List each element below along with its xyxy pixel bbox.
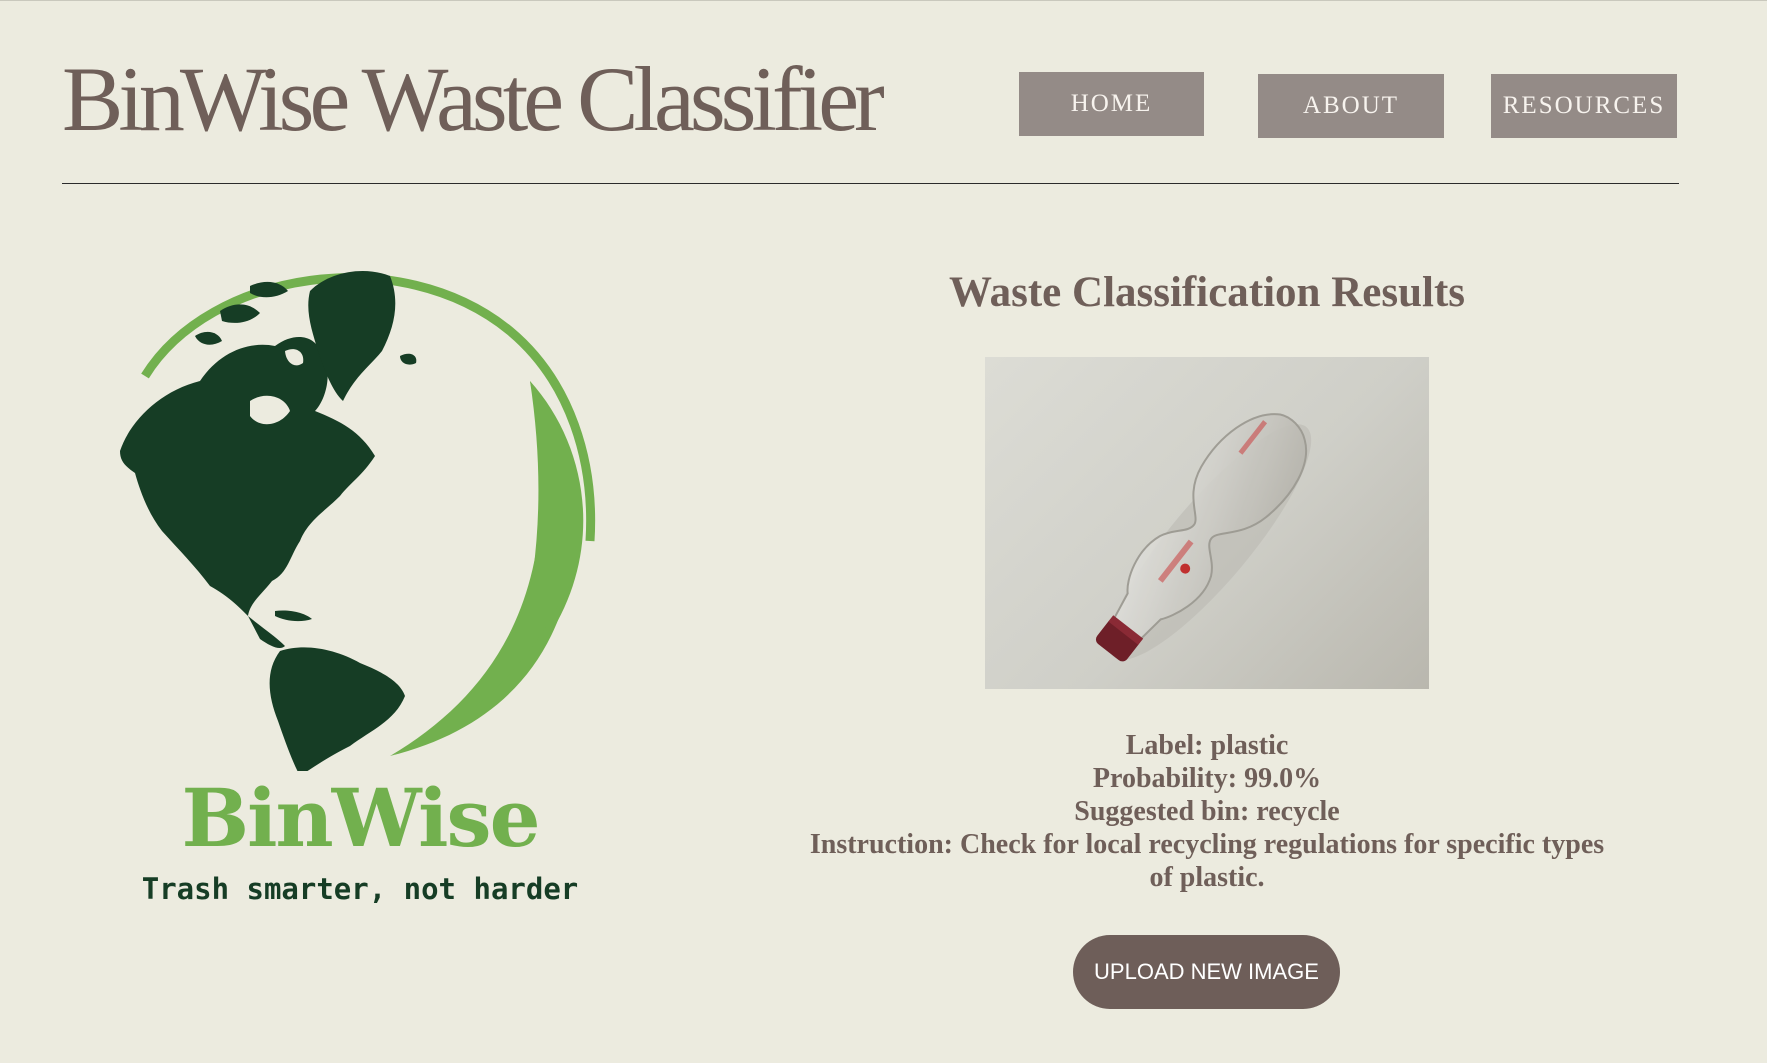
upload-new-image-button[interactable]: UPLOAD NEW IMAGE (1073, 935, 1340, 1009)
site-title: BinWise Waste Classifier (62, 48, 885, 150)
globe-leaf-icon (120, 271, 596, 771)
results-title: Waste Classification Results (949, 269, 1465, 316)
binwise-logo: BinWise Trash smarter, not harder (100, 251, 620, 911)
plastic-bottle-icon (1095, 413, 1312, 662)
nav-home-button[interactable]: HOME (1019, 72, 1204, 136)
brand-name: BinWise (181, 771, 541, 865)
result-probability: Probability: 99.0% (1092, 763, 1322, 794)
nav-about-button[interactable]: ABOUT (1258, 74, 1444, 138)
result-suggested-bin: Suggested bin: recycle (1074, 796, 1340, 827)
result-info: Label: plastic Probability: 99.0% Sugges… (757, 729, 1657, 894)
page: BinWise Waste Classifier HOME ABOUT RESO… (0, 0, 1767, 1063)
brand-tagline: Trash smarter, not harder (141, 872, 579, 906)
plastic-bottle-photo (985, 357, 1429, 689)
result-label: Label: plastic (1125, 730, 1289, 761)
nav-resources-button[interactable]: RESOURCES (1491, 74, 1677, 138)
header-divider (62, 183, 1679, 184)
result-instruction: Instruction: Check for local recycling r… (809, 829, 1605, 893)
